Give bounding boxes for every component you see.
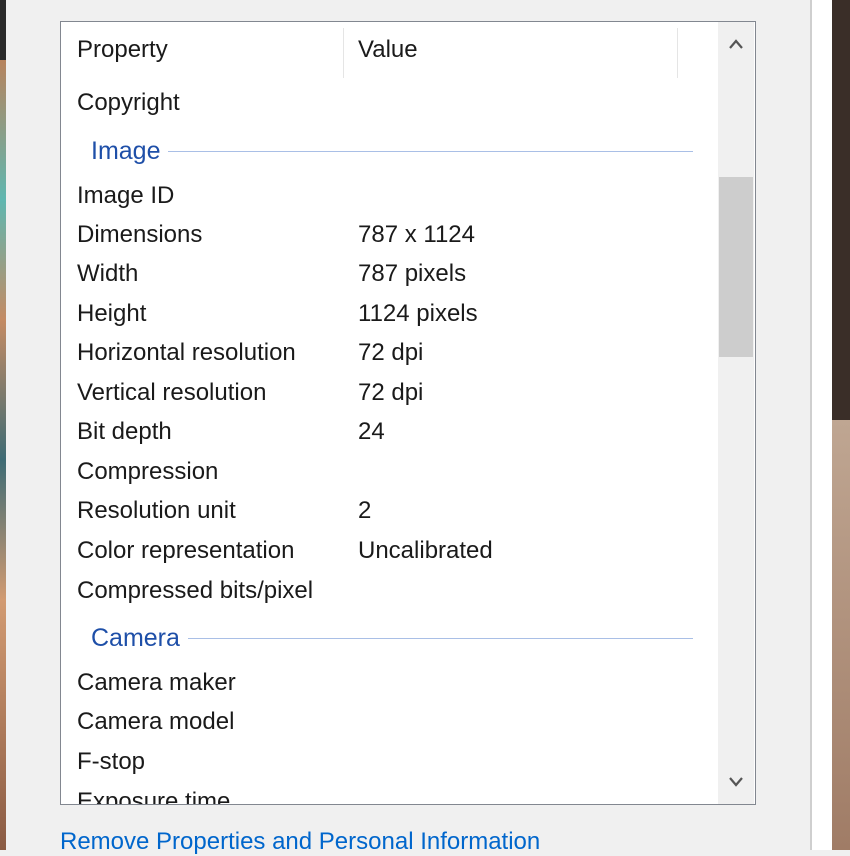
group-label: Image [91, 131, 169, 171]
group-divider [91, 151, 693, 152]
list-item[interactable]: Exposure time [61, 784, 711, 805]
list-item[interactable]: F-stop [61, 744, 711, 780]
property-value: 2 [358, 497, 372, 524]
group-header-image[interactable]: Image [61, 131, 711, 171]
property-name: Horizontal resolution [77, 339, 296, 366]
property-name: Vertical resolution [77, 379, 267, 406]
property-name: Height [77, 300, 147, 327]
list-item[interactable]: Image ID [61, 178, 711, 214]
remove-properties-link[interactable]: Remove Properties and Personal Informati… [60, 828, 540, 856]
list-item[interactable]: Horizontal resolution 72 dpi [61, 335, 711, 371]
property-name: Bit depth [77, 418, 172, 445]
list-item[interactable]: Copyright [61, 85, 711, 121]
property-name: F-stop [77, 748, 146, 775]
list-header: Property Value [61, 22, 721, 78]
list-item[interactable]: Bit depth 24 [61, 414, 711, 450]
column-header-property[interactable]: Property [77, 22, 168, 78]
background-right [832, 0, 850, 850]
list-item[interactable]: Compressed bits/pixel [61, 573, 711, 609]
property-name: Camera maker [77, 669, 236, 696]
group-label: Camera [91, 618, 188, 658]
scroll-down-button[interactable] [718, 760, 754, 804]
chevron-up-icon [729, 39, 743, 49]
property-name: Compressed bits/pixel [77, 577, 314, 604]
column-header-value[interactable]: Value [358, 22, 418, 78]
chevron-down-icon [729, 777, 743, 787]
property-value: 24 [358, 418, 385, 445]
property-value: 787 pixels [358, 260, 467, 287]
details-list[interactable]: Property Value Copyright Image Image ID … [60, 21, 756, 805]
property-value: 72 dpi [358, 379, 424, 406]
property-name: Color representation [77, 537, 295, 564]
list-item[interactable]: Dimensions 787 x 1124 [61, 217, 711, 253]
property-value: Uncalibrated [358, 537, 493, 564]
property-name: Exposure time [77, 788, 231, 805]
property-value: 787 x 1124 [358, 221, 475, 248]
column-separator[interactable] [343, 28, 344, 78]
property-value: 1124 pixels [358, 300, 478, 327]
list-item[interactable]: Vertical resolution 72 dpi [61, 375, 711, 411]
list-item[interactable]: Compression [61, 454, 711, 490]
column-separator[interactable] [677, 28, 678, 78]
list-item[interactable]: Camera maker [61, 665, 711, 701]
list-item[interactable]: Resolution unit 2 [61, 493, 711, 529]
property-name: Resolution unit [77, 497, 236, 524]
property-name: Compression [77, 458, 219, 485]
scroll-up-button[interactable] [718, 22, 754, 66]
property-name: Copyright [77, 89, 180, 116]
property-value: 72 dpi [358, 339, 424, 366]
list-item[interactable]: Color representation Uncalibrated [61, 533, 711, 569]
property-name: Image ID [77, 182, 175, 209]
list-item[interactable]: Height 1124 pixels [61, 296, 711, 332]
dialog-gap [812, 0, 832, 850]
vertical-scrollbar[interactable] [718, 22, 754, 804]
property-name: Width [77, 260, 139, 287]
list-item[interactable]: Width 787 pixels [61, 256, 711, 292]
property-name: Dimensions [77, 221, 203, 248]
property-name: Camera model [77, 708, 235, 735]
group-header-camera[interactable]: Camera [61, 618, 711, 658]
scroll-thumb[interactable] [719, 177, 753, 357]
list-item[interactable]: Camera model [61, 704, 711, 740]
